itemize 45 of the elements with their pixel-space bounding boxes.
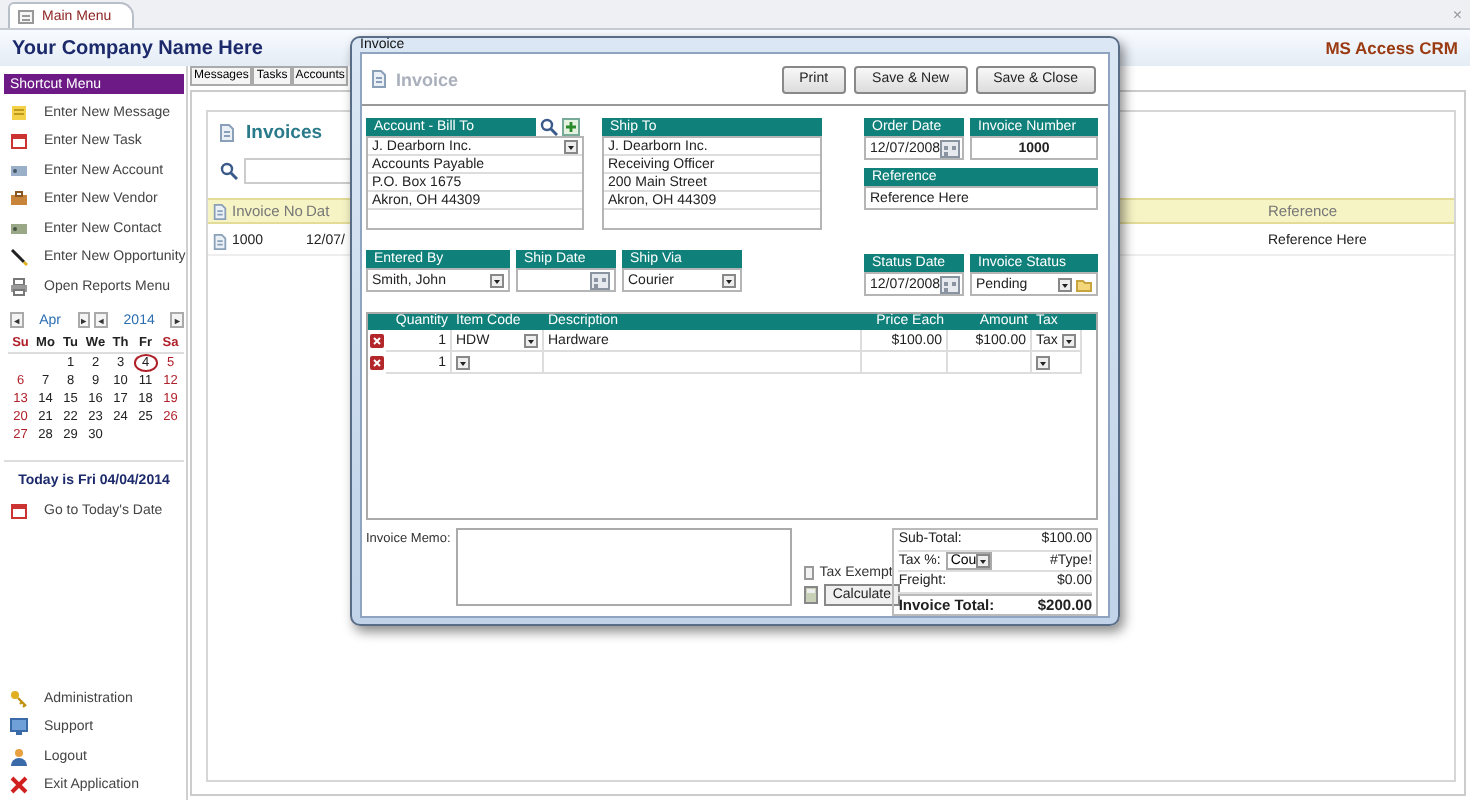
panel-title: Invoices — [246, 121, 323, 143]
price-field[interactable] — [862, 352, 948, 374]
delete-icon[interactable] — [370, 356, 384, 370]
exit-icon — [10, 776, 28, 795]
amount-field — [948, 352, 1032, 374]
briefcase-icon — [10, 190, 28, 209]
folder-icon — [1076, 277, 1092, 291]
dropdown-button[interactable] — [524, 333, 538, 347]
card-icon — [10, 219, 28, 238]
checkbox[interactable] — [804, 566, 814, 580]
calendar-icon[interactable] — [940, 275, 961, 293]
calendar-icon[interactable] — [590, 271, 610, 289]
calculator-icon — [804, 586, 819, 604]
document-icon — [218, 123, 236, 141]
calendar-icon — [10, 132, 28, 151]
key-icon — [10, 689, 28, 708]
dropdown-button[interactable] — [1062, 333, 1076, 347]
calendar-icon[interactable] — [940, 139, 961, 157]
date-field[interactable] — [516, 268, 616, 292]
dropdown-button[interactable] — [564, 139, 578, 153]
printer-icon — [10, 277, 28, 296]
form-icon — [18, 9, 34, 23]
note-icon — [10, 103, 28, 122]
document-icon — [212, 203, 228, 219]
dropdown-button[interactable] — [976, 553, 991, 568]
company-name: Your Company Name Here — [12, 37, 263, 59]
dropdown-button[interactable] — [1036, 355, 1050, 369]
description-field[interactable] — [544, 352, 862, 374]
calendar-icon — [10, 502, 28, 521]
search-icon[interactable] — [220, 162, 238, 180]
card-icon — [10, 161, 28, 180]
search-icon[interactable] — [540, 118, 558, 136]
form-heading: Invoice — [396, 69, 459, 89]
dropdown-button[interactable] — [490, 273, 504, 287]
user-icon — [10, 747, 28, 766]
dropdown-button[interactable] — [456, 355, 470, 369]
delete-icon[interactable] — [370, 334, 384, 348]
monitor-icon — [10, 718, 28, 737]
product-name: MS Access CRM — [1325, 38, 1458, 58]
add-icon[interactable] — [562, 118, 580, 136]
pen-icon — [10, 248, 28, 267]
memo-field[interactable] — [455, 528, 793, 606]
dropdown-button[interactable] — [722, 273, 736, 287]
dropdown-button[interactable] — [1058, 277, 1072, 291]
document-icon — [370, 70, 388, 88]
